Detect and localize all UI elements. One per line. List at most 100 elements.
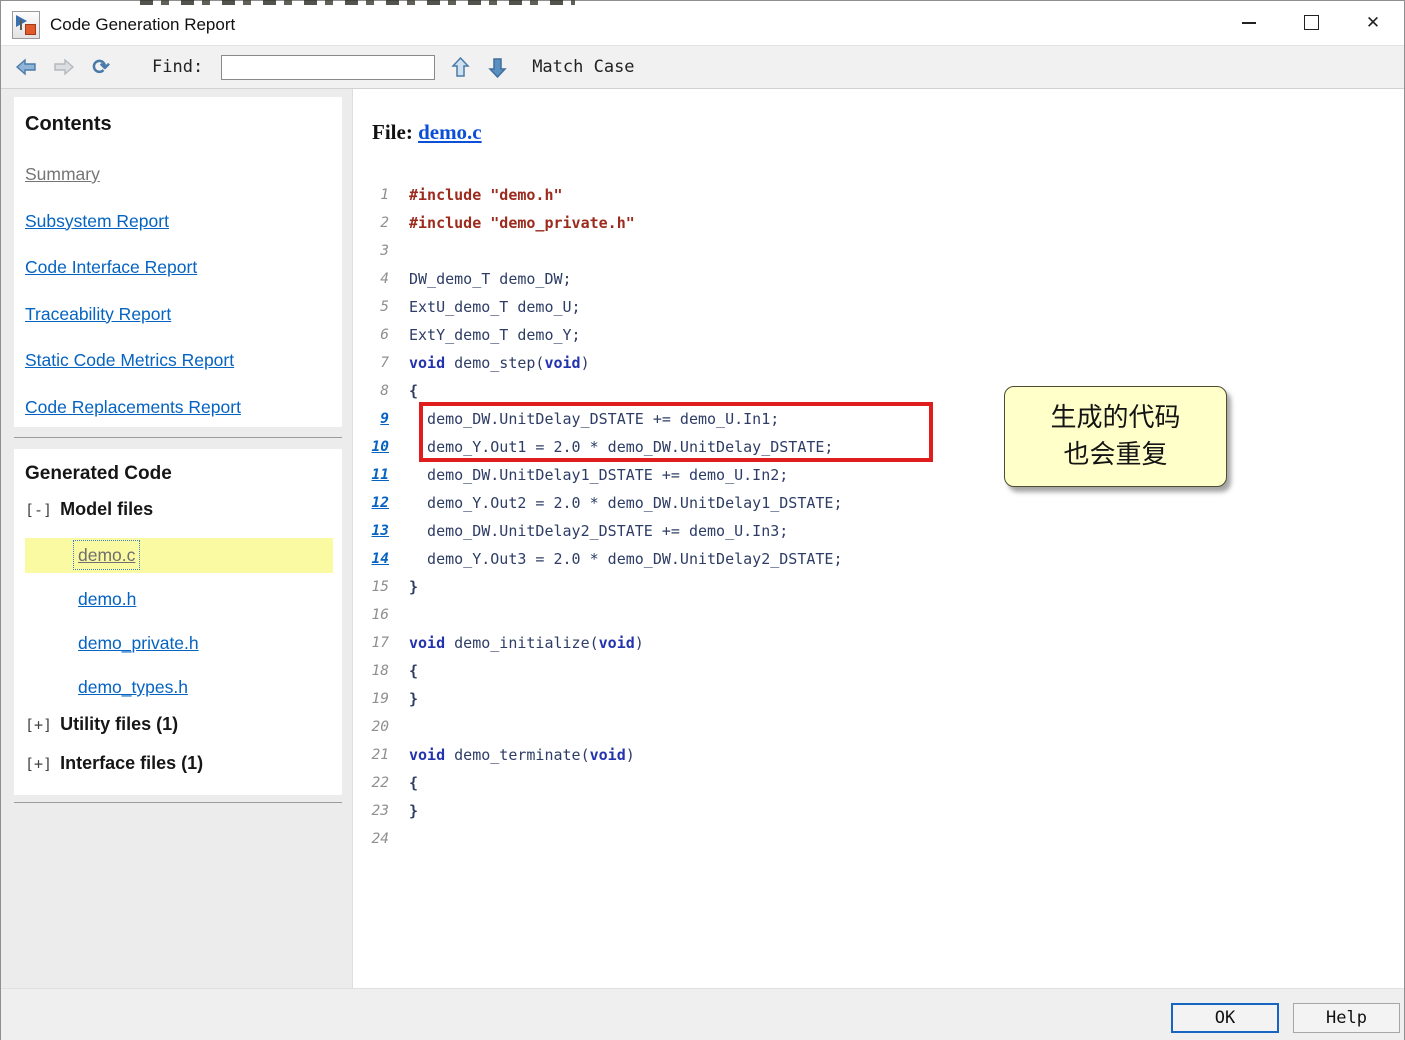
match-case-label[interactable]: Match Case	[532, 57, 634, 77]
file-link[interactable]: demo_types.h	[78, 677, 188, 697]
code-segment-pl: demo_DW.UnitDelay2_DSTATE += demo_U.In3;	[409, 522, 789, 540]
line-number-link[interactable]: 13	[353, 523, 389, 539]
code-line: 18 {	[353, 657, 1393, 685]
close-button[interactable]: ✕	[1342, 0, 1404, 45]
code-line: 10 demo_Y.Out1 = 2.0 * demo_DW.UnitDelay…	[353, 433, 1393, 461]
contents-link[interactable]: Subsystem Report	[25, 211, 342, 232]
code-segment-kw: void	[544, 354, 581, 372]
line-number-link[interactable]: 12	[353, 495, 389, 511]
line-number-link[interactable]: 9	[353, 411, 389, 427]
code-segment-pl: demo_Y.Out2 = 2.0 * demo_DW.UnitDelay1_D…	[409, 494, 843, 512]
file-row: demo_private.h	[25, 626, 333, 661]
generated-code-card: Generated Code [-] Model files demo.c demo.…	[14, 449, 342, 795]
find-input[interactable]	[221, 54, 436, 80]
code-segment-br: {	[409, 382, 419, 400]
code-text: {	[409, 774, 418, 792]
code-line: 15}	[353, 573, 1393, 601]
help-button[interactable]: Help	[1293, 1003, 1400, 1033]
code-line: 8{	[353, 377, 1393, 405]
file-name-link[interactable]: demo.c	[418, 120, 482, 144]
file-link[interactable]: demo.h	[78, 589, 136, 609]
annotation-note: 生成的代码 也会重复	[1004, 386, 1227, 487]
line-number: 5	[380, 299, 389, 315]
minimize-button[interactable]	[1218, 0, 1280, 45]
line-number: 6	[380, 327, 389, 343]
contents-heading: Contents	[25, 113, 112, 135]
back-button[interactable]	[15, 56, 37, 78]
expand-toggle-icon[interactable]: [+]	[25, 755, 52, 773]
contents-link[interactable]: Traceability Report	[25, 304, 342, 325]
tree-group-row: [-] Model files	[25, 499, 342, 520]
code-segment-br: }	[409, 578, 419, 596]
code-segment-pl: DW_demo_T demo_DW;	[409, 270, 572, 288]
code-segment-kw: void	[409, 354, 446, 372]
code-text: }	[409, 578, 418, 596]
code-line: 16	[353, 601, 1393, 629]
line-number: 4	[380, 271, 389, 287]
contents-link[interactable]: Code Replacements Report	[25, 397, 342, 418]
line-number: 24	[371, 831, 389, 847]
collapse-toggle-icon[interactable]: [-]	[25, 501, 52, 519]
contents-link[interactable]: Summary	[25, 164, 342, 185]
find-next-button[interactable]	[486, 56, 508, 78]
forward-button[interactable]	[52, 56, 74, 78]
sidebar-divider	[14, 802, 342, 803]
window-controls: ✕	[1218, 0, 1404, 45]
code-segment-pl: )	[625, 746, 635, 764]
minimize-icon	[1242, 21, 1256, 24]
line-number-link[interactable]: 14	[353, 551, 389, 567]
window-title: Code Generation Report	[50, 15, 236, 34]
maximize-button[interactable]	[1280, 0, 1342, 45]
code-text: void demo_initialize(void)	[409, 634, 644, 652]
code-text: }	[409, 802, 418, 820]
line-number: 16	[371, 607, 389, 623]
file-row: demo.h	[25, 582, 333, 617]
code-segment-pl: ExtY_demo_T demo_Y;	[409, 326, 581, 344]
code-line: 19}	[353, 685, 1393, 713]
refresh-button[interactable]: ⟳	[90, 56, 112, 78]
code-line: 11 demo_DW.UnitDelay1_DSTATE += demo_U.I…	[353, 461, 1393, 489]
sidebar-divider	[14, 437, 342, 438]
close-icon: ✕	[1365, 13, 1381, 32]
code-text: #include "demo_private.h"	[409, 214, 635, 232]
code-listing: 1 #include "demo.h" 2 #include "demo_privat…	[353, 181, 1393, 853]
generated-code-heading: Generated Code	[25, 463, 172, 484]
code-segment-pl: demo_Y.Out3 = 2.0 * demo_DW.UnitDelay2_D…	[409, 550, 843, 568]
code-line: 2 #include "demo_private.h"	[353, 209, 1393, 237]
generated-code-tree: [-] Model files demo.c demo.h demo_private.h…	[14, 499, 342, 774]
code-line: 20	[353, 713, 1393, 741]
code-text: demo_Y.Out3 = 2.0 * demo_DW.UnitDelay2_D…	[409, 550, 842, 568]
contents-link[interactable]: Code Interface Report	[25, 257, 342, 278]
file-row: demo.c	[25, 538, 333, 573]
code-line: 3	[353, 237, 1393, 265]
code-line: 17 void demo_initialize(void)	[353, 629, 1393, 657]
file-row: demo_types.h	[25, 670, 333, 705]
expand-toggle-icon[interactable]: [+]	[25, 716, 52, 734]
code-segment-pl: )	[634, 634, 644, 652]
contents-link-list: Summary Subsystem Report Code Interface Re…	[25, 164, 342, 418]
line-number-link[interactable]: 10	[353, 439, 389, 455]
ok-button[interactable]: OK	[1171, 1003, 1279, 1033]
tree-group: [+] Interface files (1)	[25, 753, 342, 774]
contents-link[interactable]: Static Code Metrics Report	[25, 350, 342, 371]
contents-sidebar: Contents Summary Subsystem Report Code Int…	[1, 89, 352, 988]
code-line: 24	[353, 825, 1393, 853]
file-link[interactable]: demo.c	[72, 540, 141, 570]
code-line: 7 void demo_step(void)	[353, 349, 1393, 377]
code-segment-pl: ExtU_demo_T demo_U;	[409, 298, 581, 316]
back-icon	[15, 58, 36, 76]
refresh-icon: ⟳	[92, 55, 110, 79]
code-segment-pl: demo_DW.UnitDelay_DSTATE += demo_U.In1;	[409, 410, 780, 428]
tree-group: [-] Model files demo.c demo.h demo_private.h…	[25, 499, 342, 705]
line-number-link[interactable]: 11	[353, 467, 389, 483]
code-line: 4 DW_demo_T demo_DW;	[353, 265, 1393, 293]
find-previous-button[interactable]	[449, 56, 471, 78]
line-number: 2	[380, 215, 389, 231]
code-text: {	[409, 382, 418, 400]
file-link[interactable]: demo_private.h	[78, 633, 199, 653]
simulink-app-icon	[12, 11, 40, 39]
report-content-panel: File: demo.c 1 #include "demo.h" 2 #include…	[352, 89, 1400, 988]
code-segment-pl: demo_initialize(	[445, 634, 599, 652]
code-text: demo_DW.UnitDelay1_DSTATE += demo_U.In2;	[409, 466, 788, 484]
maximize-icon	[1303, 15, 1319, 30]
